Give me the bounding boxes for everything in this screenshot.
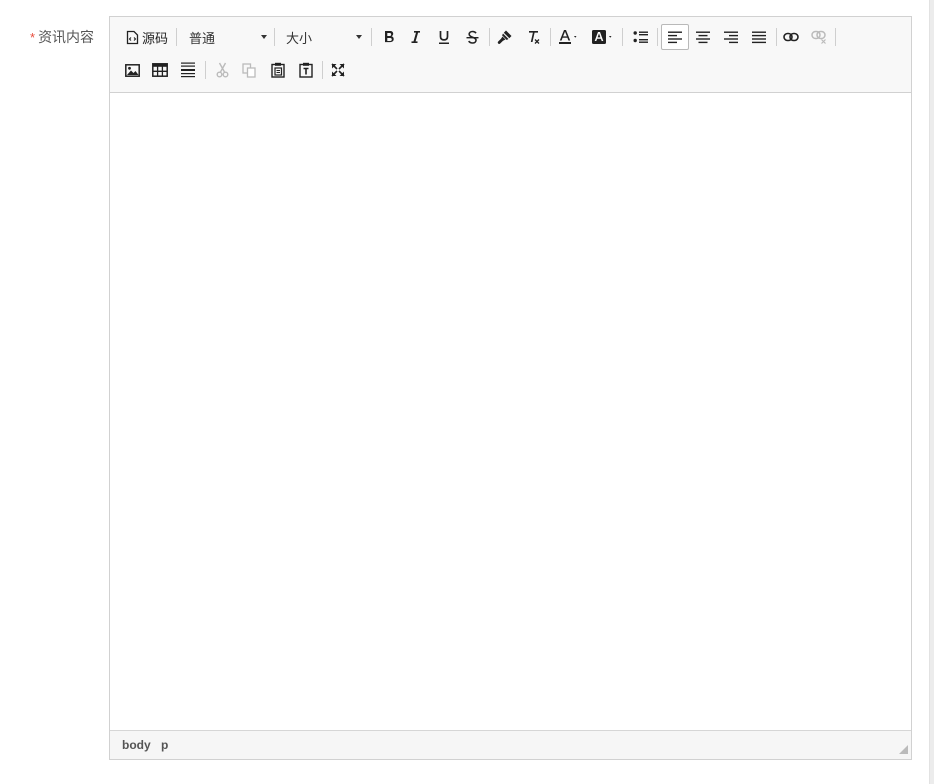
paintbrush-icon [497, 29, 513, 45]
toolbar-separator [835, 28, 836, 46]
underline-icon [438, 30, 450, 45]
link-icon [783, 32, 799, 42]
format-caret-icon [261, 35, 267, 39]
italic-button[interactable] [402, 25, 428, 49]
insert-table-button[interactable] [147, 58, 173, 82]
fullscreen-icon [331, 63, 345, 77]
toolbar-separator [776, 28, 777, 46]
toolbar-separator [205, 61, 206, 79]
italic-icon [410, 30, 420, 44]
paste-as-text-button[interactable] [293, 58, 319, 82]
table-icon [152, 63, 168, 77]
align-right-icon [724, 31, 738, 44]
format-select[interactable]: 普通 [189, 25, 267, 49]
source-label: 源码 [141, 30, 168, 46]
align-center-icon [696, 31, 710, 44]
cut-button[interactable] [209, 58, 235, 82]
font-color-icon [558, 29, 580, 45]
align-justify-button[interactable] [746, 25, 772, 49]
format-painter-button[interactable] [492, 25, 518, 49]
content-field-label: * 资讯内容 [30, 27, 94, 47]
font-color-button[interactable] [554, 25, 584, 49]
underline-button[interactable] [431, 25, 457, 49]
font-size-select[interactable]: 大小 [286, 25, 362, 49]
paste-icon [271, 62, 285, 78]
bulleted-list-icon [633, 30, 649, 44]
strikethrough-icon [466, 30, 479, 45]
background-color-button[interactable] [588, 25, 618, 49]
paste-text-icon [299, 62, 313, 78]
insert-link-button[interactable] [778, 25, 804, 49]
copy-button[interactable] [236, 58, 262, 82]
horizontal-rule-button[interactable] [175, 58, 201, 82]
content-field-label-text: 资讯内容 [38, 29, 95, 45]
fullscreen-button[interactable] [325, 58, 351, 82]
toolbar-separator [622, 28, 623, 46]
page-scrollbar[interactable] [929, 0, 934, 784]
align-left-icon [668, 31, 682, 44]
rich-text-editor: 源码 普通 大小 body p [109, 16, 912, 760]
copy-icon [242, 62, 256, 78]
align-justify-icon [752, 31, 766, 44]
toolbar-separator [657, 28, 658, 46]
toolbar-separator [176, 28, 177, 46]
align-right-button[interactable] [718, 25, 744, 49]
strikethrough-button[interactable] [459, 25, 485, 49]
format-select-value: 普通 [189, 30, 216, 46]
unordered-list-button[interactable] [628, 25, 654, 49]
align-center-button[interactable] [690, 25, 716, 49]
insert-image-button[interactable] [119, 58, 145, 82]
toolbar-separator [550, 28, 551, 46]
font-size-caret-icon [356, 35, 362, 39]
unlink-icon [811, 30, 827, 44]
element-path-body[interactable]: body [122, 738, 151, 752]
editor-toolbar: 源码 普通 大小 [110, 17, 911, 93]
remove-format-button[interactable] [520, 25, 546, 49]
toolbar-separator [274, 28, 275, 46]
background-color-icon [591, 29, 615, 45]
editor-statusbar: body p [110, 730, 911, 759]
source-button[interactable]: 源码 [123, 25, 171, 49]
bold-icon [383, 30, 395, 44]
paste-button[interactable] [265, 58, 291, 82]
clear-format-icon [525, 29, 541, 45]
bold-button[interactable] [376, 25, 402, 49]
required-mark: * [30, 30, 36, 45]
align-left-button[interactable] [661, 24, 689, 50]
unlink-button[interactable] [806, 25, 832, 49]
image-icon [124, 63, 140, 77]
resize-handle-icon[interactable] [899, 745, 908, 754]
toolbar-separator [371, 28, 372, 46]
horizontal-rule-icon [181, 62, 195, 78]
font-size-select-value: 大小 [286, 30, 313, 46]
toolbar-separator [322, 61, 323, 79]
editor-content-area[interactable] [110, 93, 911, 730]
source-icon [126, 30, 139, 45]
toolbar-separator [489, 28, 490, 46]
element-path-p[interactable]: p [161, 738, 168, 752]
scissors-icon [216, 62, 229, 78]
